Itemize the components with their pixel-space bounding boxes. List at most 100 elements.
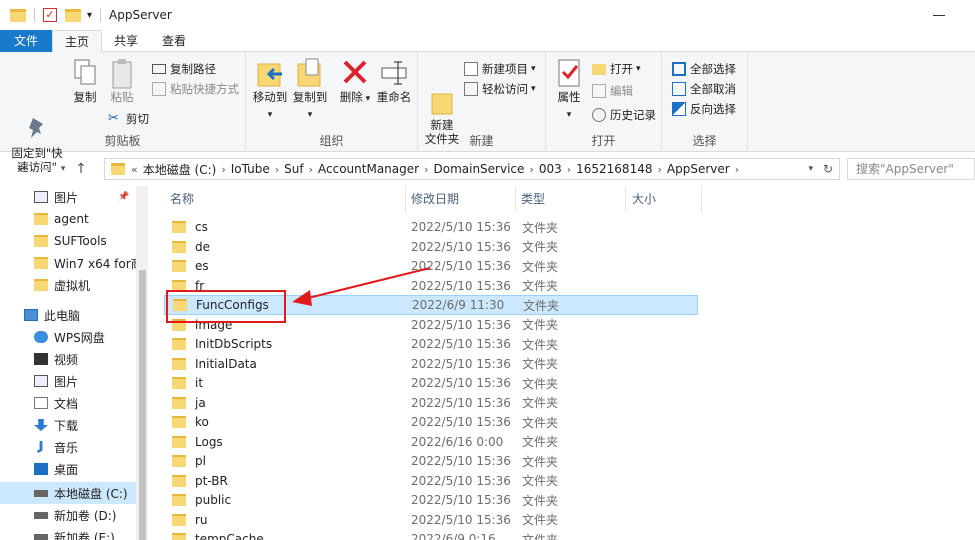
pin-icon[interactable]: 📌 bbox=[118, 192, 129, 202]
recent-dropdown-icon[interactable]: ▾ bbox=[56, 164, 70, 174]
select-none-button[interactable]: 全部取消 bbox=[672, 80, 736, 98]
open-button[interactable]: 打开 ▾ bbox=[592, 60, 641, 78]
cut-button[interactable]: ✂ 剪切 bbox=[108, 110, 149, 128]
sidebar-item[interactable]: 新加卷 (D:) bbox=[0, 504, 148, 526]
sidebar-item[interactable]: 桌面 bbox=[0, 458, 148, 480]
file-type: 文件夹 bbox=[522, 279, 559, 293]
sidebar-item[interactable]: SUFTools bbox=[0, 230, 148, 252]
sidebar-item[interactable]: 新加卷 (E:) bbox=[0, 526, 148, 540]
file-row[interactable]: de 2022/5/10 15:36 文件夹 bbox=[164, 237, 698, 257]
history-button[interactable]: 历史记录 bbox=[592, 106, 656, 124]
copy-path-button[interactable]: 复制路径 bbox=[152, 60, 216, 78]
sidebar-item[interactable]: WPS网盘 bbox=[0, 326, 148, 348]
sidebar-item[interactable]: 虚拟机 bbox=[0, 274, 148, 296]
file-name: cs bbox=[195, 220, 208, 234]
minimize-icon[interactable] bbox=[933, 15, 945, 16]
file-row[interactable]: Logs 2022/6/16 0:00 文件夹 bbox=[164, 432, 698, 452]
file-row[interactable]: it 2022/5/10 15:36 文件夹 bbox=[164, 373, 698, 393]
file-row[interactable]: ru 2022/5/10 15:36 文件夹 bbox=[164, 510, 698, 530]
chevron-right-icon[interactable]: › bbox=[735, 163, 739, 176]
tab-file[interactable]: 文件 bbox=[0, 30, 53, 52]
paste-shortcut-button[interactable]: 粘贴快捷方式 bbox=[152, 80, 239, 98]
ribbon: 固定到"快速访问" 复制 粘贴 复制路径 粘贴快捷方式 ✂ 剪切 剪贴板 移动到… bbox=[0, 52, 975, 174]
folder-icon bbox=[172, 338, 186, 350]
new-group: 新建 文件夹 新建项目 ▾ 轻松访问 ▾ 新建 bbox=[418, 52, 546, 152]
file-row[interactable]: cs 2022/5/10 15:36 文件夹 bbox=[164, 217, 698, 237]
forward-arrow-icon[interactable]: → bbox=[34, 161, 56, 177]
file-row[interactable]: InitialData 2022/5/10 15:36 文件夹 bbox=[164, 354, 698, 374]
open-group-label: 打开 bbox=[591, 134, 616, 148]
refresh-icon[interactable]: ↻ bbox=[823, 162, 833, 176]
column-header-type[interactable]: 类型 bbox=[516, 186, 626, 212]
breadcrumb-item[interactable]: 1652168148 bbox=[571, 162, 657, 176]
new-item-button[interactable]: 新建项目 ▾ bbox=[464, 60, 536, 78]
sidebar-item[interactable]: 音乐 bbox=[0, 436, 148, 458]
file-date: 2022/5/10 15:36 bbox=[411, 317, 511, 332]
folder-icon bbox=[172, 533, 186, 540]
sidebar-item[interactable]: Win7 x64 for商 bbox=[0, 252, 148, 274]
computer-icon bbox=[24, 309, 38, 321]
sidebar-item[interactable]: 图片 📌 bbox=[0, 186, 148, 208]
breadcrumb-item[interactable]: DomainService bbox=[428, 162, 529, 176]
edit-button[interactable]: 编辑 bbox=[592, 82, 633, 100]
move-to-icon bbox=[256, 58, 284, 87]
search-input[interactable]: 搜索"AppServer" bbox=[847, 158, 975, 180]
move-to-button[interactable]: 移动到 ▾ bbox=[250, 58, 290, 122]
sidebar-item[interactable]: 本地磁盘 (C:) bbox=[0, 482, 148, 504]
tab-view[interactable]: 查看 bbox=[150, 30, 198, 52]
tab-share[interactable]: 共享 bbox=[102, 30, 150, 52]
delete-button[interactable]: 删除 ▾ bbox=[338, 58, 372, 106]
file-name: es bbox=[195, 259, 209, 273]
paste-button[interactable]: 粘贴 bbox=[104, 58, 140, 104]
address-bar[interactable]: « 本地磁盘 (C:) › IoTube › Suf › AccountManager… bbox=[104, 158, 840, 180]
breadcrumb-item[interactable]: AppServer bbox=[662, 162, 735, 176]
file-row[interactable]: es 2022/5/10 15:36 文件夹 bbox=[164, 256, 698, 276]
up-arrow-icon[interactable]: ↑ bbox=[70, 161, 92, 177]
quick-access-dropdown-icon[interactable]: ▾ bbox=[87, 10, 92, 21]
column-header-name[interactable]: 名称 bbox=[150, 186, 406, 212]
properties-check-icon[interactable]: ✓ bbox=[43, 8, 57, 22]
overflow-chevron-icon[interactable]: « bbox=[131, 163, 138, 176]
column-header-date[interactable]: 修改日期 bbox=[406, 186, 516, 212]
back-arrow-icon[interactable]: ← bbox=[12, 161, 34, 177]
breadcrumb-item[interactable]: 本地磁盘 (C:) bbox=[138, 161, 222, 178]
address-dropdown-icon[interactable]: ▾ bbox=[808, 164, 813, 174]
properties-button[interactable]: 属性 ▾ bbox=[554, 58, 584, 122]
breadcrumb-item[interactable]: AccountManager bbox=[313, 162, 424, 176]
file-name: de bbox=[195, 239, 210, 254]
file-name: Logs bbox=[195, 434, 223, 449]
copy-button[interactable]: 复制 bbox=[68, 58, 102, 104]
select-all-button[interactable]: 全部选择 bbox=[672, 60, 736, 78]
sidebar-item[interactable]: 视频 bbox=[0, 348, 148, 370]
nav-scrollbar-thumb[interactable] bbox=[139, 270, 146, 540]
breadcrumb-item[interactable]: IoTube bbox=[226, 162, 275, 176]
file-row[interactable]: public 2022/5/10 15:36 文件夹 bbox=[164, 490, 698, 510]
sidebar-item[interactable]: 下载 bbox=[0, 414, 148, 436]
new-folder-icon[interactable] bbox=[65, 8, 81, 22]
copy-icon bbox=[71, 58, 99, 86]
copy-to-button[interactable]: 复制到 ▾ bbox=[290, 58, 330, 122]
tab-home[interactable]: 主页 bbox=[52, 30, 103, 53]
folder-icon bbox=[172, 221, 186, 233]
sidebar-item[interactable]: 图片 bbox=[0, 370, 148, 392]
sidebar-item-label: WPS网盘 bbox=[54, 330, 105, 345]
file-row[interactable]: pl 2022/5/10 15:36 文件夹 bbox=[164, 451, 698, 471]
sidebar-item[interactable]: agent bbox=[0, 208, 148, 230]
file-row[interactable]: ja 2022/5/10 15:36 文件夹 bbox=[164, 393, 698, 413]
folder-icon bbox=[172, 260, 186, 272]
sidebar-item[interactable]: 文档 bbox=[0, 392, 148, 414]
breadcrumb-item[interactable]: Suf bbox=[279, 162, 308, 176]
breadcrumb-item[interactable]: 003 bbox=[534, 162, 567, 176]
column-header-size[interactable]: 大小 bbox=[626, 186, 702, 212]
invert-selection-button[interactable]: 反向选择 bbox=[672, 100, 736, 118]
divider bbox=[34, 8, 35, 22]
edit-icon bbox=[592, 84, 606, 98]
file-row[interactable]: ko 2022/5/10 15:36 文件夹 bbox=[164, 412, 698, 432]
file-row[interactable]: tempCache 2022/6/9 0:16 文件夹 bbox=[164, 529, 698, 540]
sidebar-item[interactable]: 此电脑 bbox=[0, 304, 148, 326]
select-group-label: 选择 bbox=[692, 134, 717, 148]
easy-access-button[interactable]: 轻松访问 ▾ bbox=[464, 80, 536, 98]
file-row[interactable]: pt-BR 2022/5/10 15:36 文件夹 bbox=[164, 471, 698, 491]
file-row[interactable]: InitDbScripts 2022/5/10 15:36 文件夹 bbox=[164, 334, 698, 354]
rename-button[interactable]: 重命名 bbox=[374, 58, 414, 104]
